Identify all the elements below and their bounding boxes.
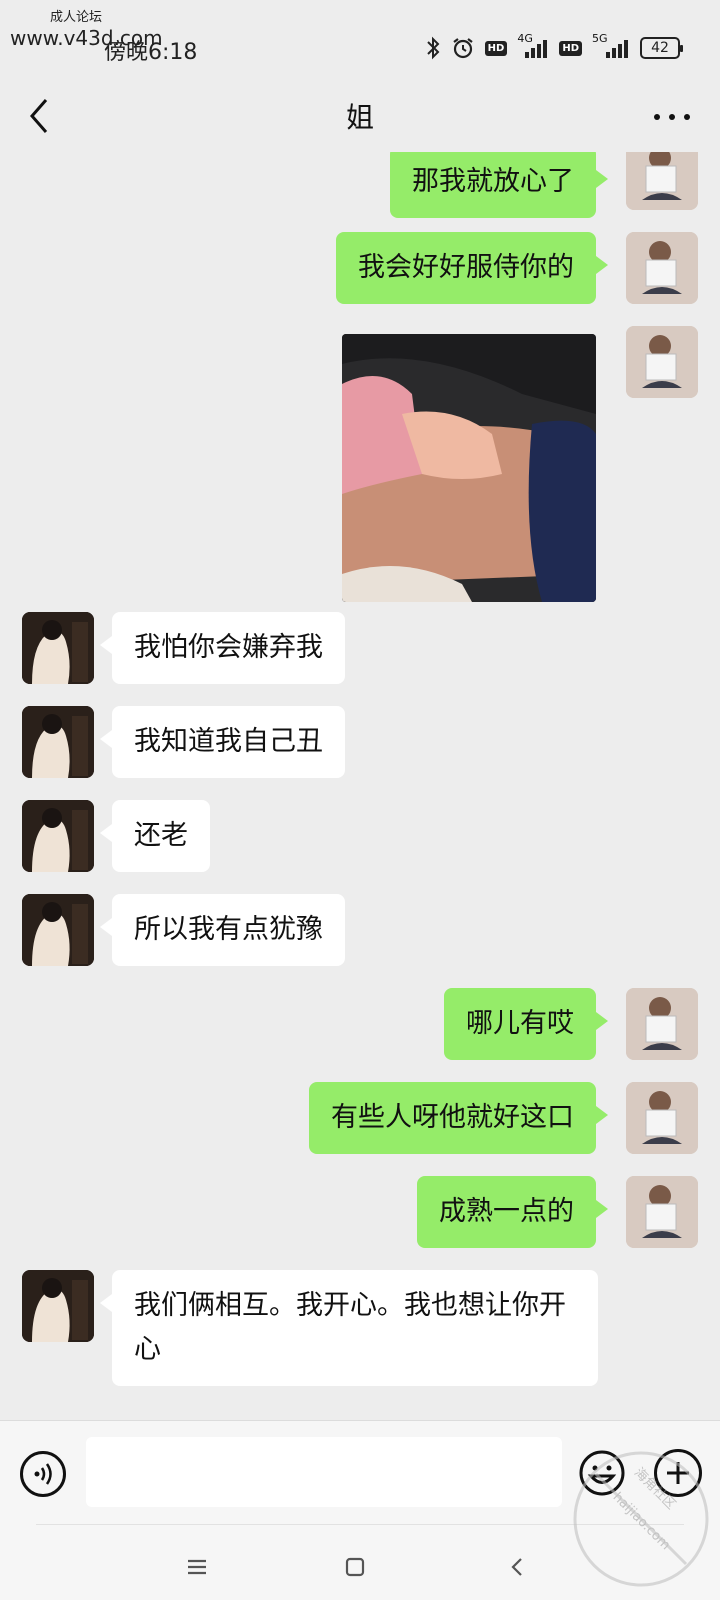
message-bubble-incoming[interactable]: 我知道我自己丑 — [100, 706, 345, 778]
corner-watermark: 海角社区 haijiao.com — [566, 1444, 716, 1594]
message-bubble-outgoing[interactable]: 我会好好服侍你的 — [336, 232, 608, 304]
contact-avatar[interactable] — [22, 800, 94, 872]
my-avatar[interactable] — [626, 232, 698, 304]
voice-icon — [34, 1463, 52, 1485]
message-bubble-outgoing[interactable]: 那我就放心了 — [390, 152, 608, 218]
hd-badge-2: HD — [559, 40, 582, 56]
message-bubble-incoming[interactable]: 还老 — [100, 800, 210, 872]
my-avatar[interactable] — [626, 988, 698, 1060]
status-bar: 傍晚6:18 HD 4G HD 5G 42 — [0, 0, 720, 80]
back-triangle-icon — [511, 1558, 522, 1576]
message-bubble-incoming[interactable]: 我怕你会嫌弃我 — [100, 612, 345, 684]
message-input[interactable] — [86, 1437, 562, 1507]
more-dots-icon — [654, 114, 690, 120]
message-bubble-incoming[interactable]: 所以我有点犹豫 — [100, 894, 345, 966]
menu-icon — [188, 1559, 206, 1575]
message-bubble-outgoing[interactable]: 哪儿有哎 — [444, 988, 608, 1060]
system-back-button[interactable] — [502, 1552, 532, 1582]
home-square-icon — [345, 1557, 365, 1577]
status-icons: HD 4G HD 5G 42 — [425, 32, 683, 60]
hd-badge-1: HD — [484, 40, 508, 56]
chat-header: 姐 — [0, 80, 720, 152]
more-button[interactable] — [650, 102, 694, 132]
my-avatar[interactable] — [626, 1176, 698, 1248]
back-button[interactable] — [22, 94, 62, 138]
contact-avatar[interactable] — [22, 612, 94, 684]
menu-button[interactable] — [182, 1552, 212, 1582]
image-message[interactable] — [342, 334, 596, 602]
status-time: 傍晚6:18 — [104, 40, 198, 65]
my-avatar[interactable] — [626, 152, 698, 210]
signal-5g: 5G — [592, 32, 630, 60]
voice-button[interactable] — [20, 1451, 66, 1497]
message-bubble-incoming[interactable]: 我们俩相互。我开心。我也想让你开心 — [100, 1270, 598, 1386]
chat-title: 姐 — [345, 101, 374, 134]
alarm-icon — [451, 36, 475, 60]
contact-avatar[interactable] — [22, 706, 94, 778]
contact-avatar[interactable] — [22, 1270, 94, 1342]
message-bubble-outgoing[interactable]: 成熟一点的 — [417, 1176, 608, 1248]
my-avatar[interactable] — [626, 326, 698, 398]
contact-avatar[interactable] — [22, 894, 94, 966]
battery-indicator: 42 — [640, 37, 683, 59]
my-avatar[interactable] — [626, 1082, 698, 1154]
message-list[interactable]: 那我就放心了 我会好好服侍你的 我怕你会嫌弃我 我知道我自己丑 还老 所以我有点… — [0, 152, 720, 1420]
home-button[interactable] — [340, 1552, 370, 1582]
message-bubble-outgoing[interactable]: 有些人呀他就好这口 — [309, 1082, 608, 1154]
signal-4g: 4G — [517, 32, 549, 60]
bluetooth-icon — [425, 36, 441, 60]
chevron-left-icon — [30, 99, 48, 133]
